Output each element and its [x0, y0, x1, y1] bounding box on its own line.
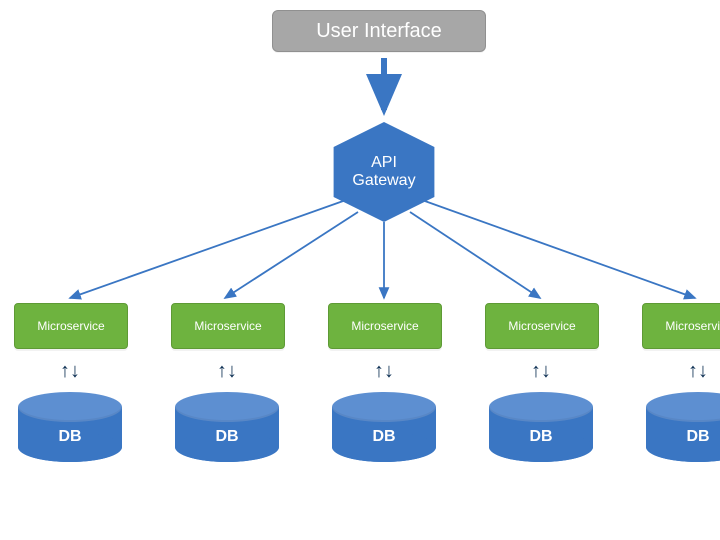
user-interface-label: User Interface [316, 20, 442, 43]
microservice-box-1: Microservice [14, 303, 128, 349]
db-label: DB [18, 428, 122, 446]
microservice-box-2: Microservice [171, 303, 285, 349]
double-arrow-icon: ↑↓ [207, 358, 247, 384]
double-arrow-icon: ↑↓ [521, 358, 561, 384]
arrow-gw-to-ms-2 [225, 212, 358, 298]
microservice-label: Microservice [37, 319, 104, 333]
microservice-box-5: Microservice [642, 303, 720, 349]
microservice-label: Microservice [351, 319, 418, 333]
db-cylinder-5: DB [646, 392, 720, 472]
db-label: DB [489, 428, 593, 446]
microservice-box-4: Microservice [485, 303, 599, 349]
db-label: DB [332, 428, 436, 446]
microservice-label: Microservice [194, 319, 261, 333]
double-arrow-icon: ↑↓ [678, 358, 718, 384]
microservice-label: Microservice [665, 319, 720, 333]
double-arrow-icon: ↑↓ [50, 358, 90, 384]
arrow-gw-to-ms-5 [422, 200, 695, 298]
db-cylinder-4: DB [489, 392, 593, 472]
microservice-label: Microservice [508, 319, 575, 333]
user-interface-box: User Interface [272, 10, 486, 52]
double-arrow-icon: ↑↓ [364, 358, 404, 384]
db-cylinder-3: DB [332, 392, 436, 472]
db-cylinder-2: DB [175, 392, 279, 472]
microservice-box-3: Microservice [328, 303, 442, 349]
api-gateway-hexagon: API Gateway [328, 122, 440, 222]
db-cylinder-1: DB [18, 392, 122, 472]
api-gateway-label: API Gateway [352, 154, 415, 191]
db-label: DB [646, 428, 720, 446]
arrow-gw-to-ms-1 [70, 200, 346, 298]
architecture-diagram: User Interface API Gateway Microservice … [0, 0, 720, 540]
db-label: DB [175, 428, 279, 446]
arrow-gw-to-ms-4 [410, 212, 540, 298]
